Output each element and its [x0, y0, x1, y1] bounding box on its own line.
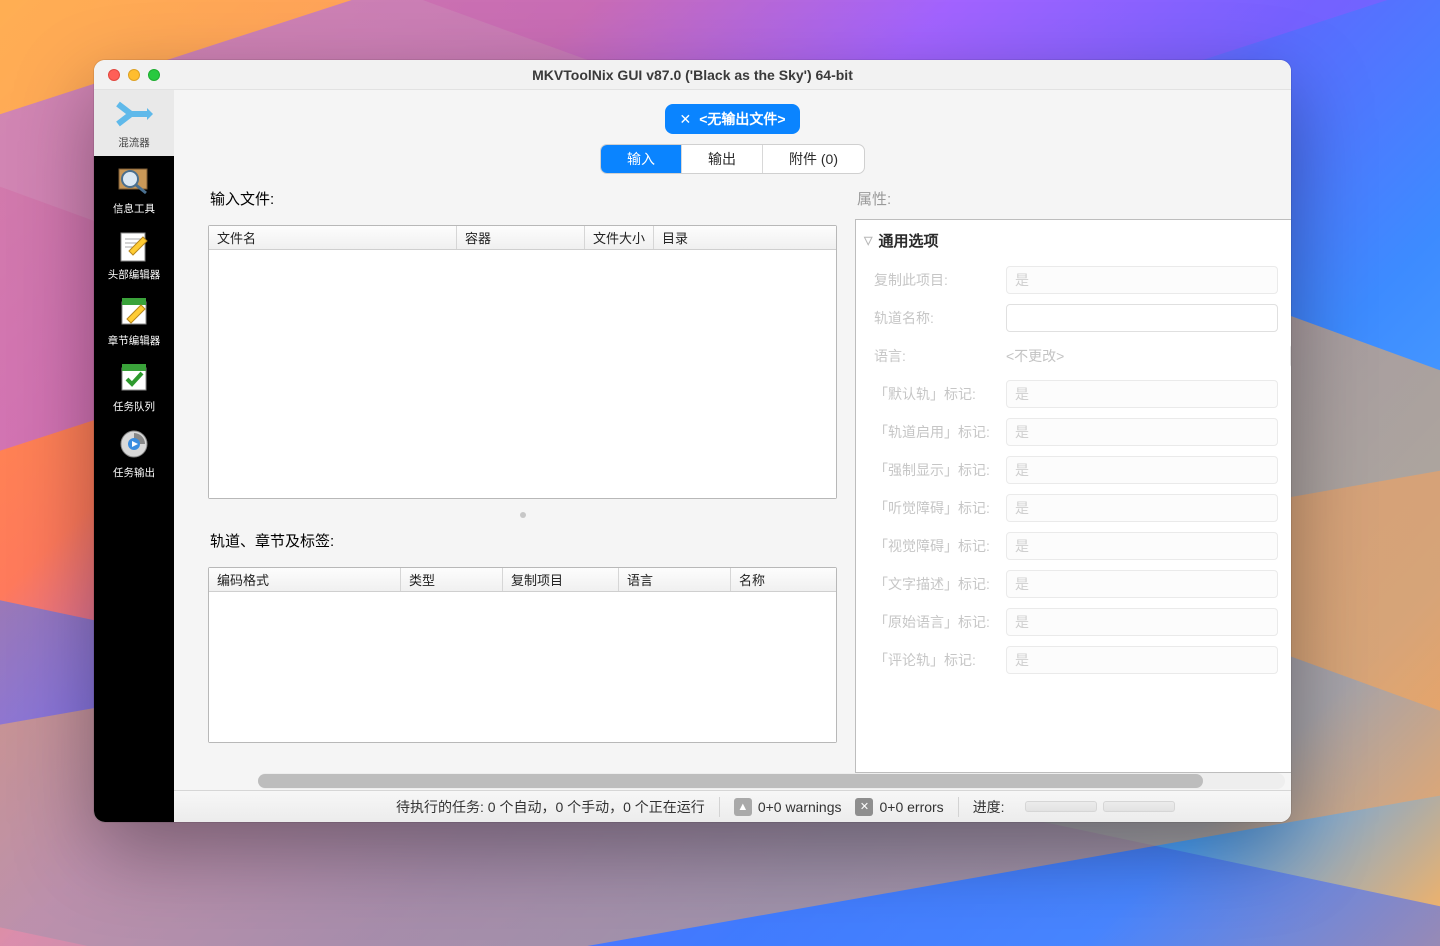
default-flag-select[interactable]: 是 — [1006, 380, 1278, 408]
col-copy[interactable]: 复制项目 — [503, 568, 619, 591]
text-desc-flag-select[interactable]: 是 — [1006, 570, 1278, 598]
status-bar: 待执行的任务: 0 个自动，0 个手动，0 个正在运行 ▲ 0+0 warnin… — [174, 790, 1291, 822]
output-file-chip[interactable]: ✕ <无输出文件> — [665, 104, 799, 134]
table-header: 编码格式 类型 复制项目 语言 名称 — [209, 568, 836, 592]
error-icon: ✕ — [855, 798, 873, 816]
table-body-empty[interactable] — [209, 250, 836, 498]
table-header: 文件名 容器 文件大小 目录 — [209, 226, 836, 250]
status-queue: 待执行的任务: 0 个自动，0 个手动，0 个正在运行 — [396, 797, 705, 817]
header-editor-icon — [115, 228, 153, 264]
warning-icon: ▲ — [734, 798, 752, 816]
zoom-window-button[interactable] — [148, 69, 160, 81]
job-queue-icon — [115, 360, 153, 396]
col-type[interactable]: 类型 — [401, 568, 503, 591]
prop-forced-flag: 「强制显示」标记: 是 — [864, 451, 1281, 489]
prop-commentary-flag: 「评论轨」标记: 是 — [864, 641, 1281, 679]
tracks-table[interactable]: 编码格式 类型 复制项目 语言 名称 — [208, 567, 837, 743]
tab-input[interactable]: 输入 — [601, 145, 682, 173]
sidebar-item-label: 信息工具 — [113, 201, 155, 216]
tracks-label: 轨道、章节及标签: — [208, 530, 837, 555]
prop-language: 语言: <不更改> ✎ — [864, 337, 1281, 375]
input-files-label: 输入文件: — [208, 188, 837, 213]
chevron-down-icon: ▽ — [864, 234, 872, 247]
col-size[interactable]: 文件大小 — [585, 226, 654, 249]
prop-text-desc-flag: 「文字描述」标记: 是 — [864, 565, 1281, 603]
job-output-icon — [115, 426, 153, 462]
status-warnings[interactable]: ▲ 0+0 warnings — [734, 798, 842, 816]
properties-group-general[interactable]: ▽ 通用选项 — [864, 228, 1281, 261]
visual-flag-select[interactable]: 是 — [1006, 532, 1278, 560]
sidebar-item-job-queue[interactable]: 任务队列 — [94, 354, 174, 420]
tabs: 输入 输出 附件 (0) — [600, 144, 865, 174]
scrollbar-thumb[interactable] — [258, 774, 1203, 788]
forced-flag-select[interactable]: 是 — [1006, 456, 1278, 484]
sidebar-item-header-editor[interactable]: 头部编辑器 — [94, 222, 174, 288]
edit-language-button[interactable]: ✎ — [1290, 344, 1291, 368]
language-select[interactable]: <不更改> — [1006, 342, 1278, 370]
prop-hearing-flag: 「听觉障碍」标记: 是 — [864, 489, 1281, 527]
sidebar-item-label: 任务队列 — [113, 399, 155, 414]
properties-panel: ▽ 通用选项 复制此项目: 是 轨道名称: 语言: — [855, 219, 1291, 773]
col-language[interactable]: 语言 — [619, 568, 731, 591]
prop-original-lang-flag: 「原始语言」标记: 是 — [864, 603, 1281, 641]
hearing-flag-select[interactable]: 是 — [1006, 494, 1278, 522]
enabled-flag-select[interactable]: 是 — [1006, 418, 1278, 446]
sidebar-item-multiplexer[interactable]: 混流器 — [94, 90, 174, 156]
splitter-handle[interactable] — [208, 511, 837, 518]
track-name-input[interactable] — [1006, 304, 1278, 332]
col-directory[interactable]: 目录 — [654, 226, 836, 249]
commentary-flag-select[interactable]: 是 — [1006, 646, 1278, 674]
col-filename[interactable]: 文件名 — [209, 226, 457, 249]
sidebar-item-label: 混流器 — [118, 135, 150, 150]
titlebar: MKVToolNix GUI v87.0 ('Black as the Sky'… — [94, 60, 1291, 90]
close-window-button[interactable] — [108, 69, 120, 81]
prop-copy-item: 复制此项目: 是 — [864, 261, 1281, 299]
status-progress-label: 进度: — [973, 797, 1005, 817]
sidebar-item-label: 任务输出 — [113, 465, 155, 480]
chapter-editor-icon — [115, 294, 153, 330]
progress-bar-1 — [1025, 801, 1097, 812]
sidebar-item-label: 章节编辑器 — [108, 333, 161, 348]
tab-attachments[interactable]: 附件 (0) — [763, 145, 864, 173]
window-title: MKVToolNix GUI v87.0 ('Black as the Sky'… — [532, 67, 853, 83]
app-window: MKVToolNix GUI v87.0 ('Black as the Sky'… — [94, 60, 1291, 822]
input-files-table[interactable]: 文件名 容器 文件大小 目录 — [208, 225, 837, 499]
col-name[interactable]: 名称 — [731, 568, 836, 591]
properties-label: 属性: — [855, 188, 1291, 219]
progress-bar-2 — [1103, 801, 1175, 812]
original-lang-flag-select[interactable]: 是 — [1006, 608, 1278, 636]
tab-output[interactable]: 输出 — [682, 145, 763, 173]
minimize-window-button[interactable] — [128, 69, 140, 81]
col-container[interactable]: 容器 — [457, 226, 585, 249]
horizontal-scrollbar[interactable] — [258, 773, 1285, 789]
tool-sidebar: 混流器 信息工具 头部编辑器 章节编辑器 — [94, 90, 174, 822]
chip-label: <无输出文件> — [699, 109, 785, 129]
col-codec[interactable]: 编码格式 — [209, 568, 401, 591]
prop-enabled-flag: 「轨道启用」标记: 是 — [864, 413, 1281, 451]
sidebar-item-label: 头部编辑器 — [108, 267, 161, 282]
multiplexer-icon — [115, 96, 153, 132]
info-tool-icon — [115, 162, 153, 198]
prop-visual-flag: 「视觉障碍」标记: 是 — [864, 527, 1281, 565]
copy-item-select[interactable]: 是 — [1006, 266, 1278, 294]
table-body-empty[interactable] — [209, 592, 836, 742]
sidebar-item-job-output[interactable]: 任务输出 — [94, 420, 174, 486]
sidebar-item-chapter-editor[interactable]: 章节编辑器 — [94, 288, 174, 354]
status-errors[interactable]: ✕ 0+0 errors — [855, 798, 943, 816]
close-icon[interactable]: ✕ — [679, 111, 691, 128]
sidebar-item-info-tool[interactable]: 信息工具 — [94, 156, 174, 222]
prop-track-name: 轨道名称: — [864, 299, 1281, 337]
prop-default-flag: 「默认轨」标记: 是 — [864, 375, 1281, 413]
